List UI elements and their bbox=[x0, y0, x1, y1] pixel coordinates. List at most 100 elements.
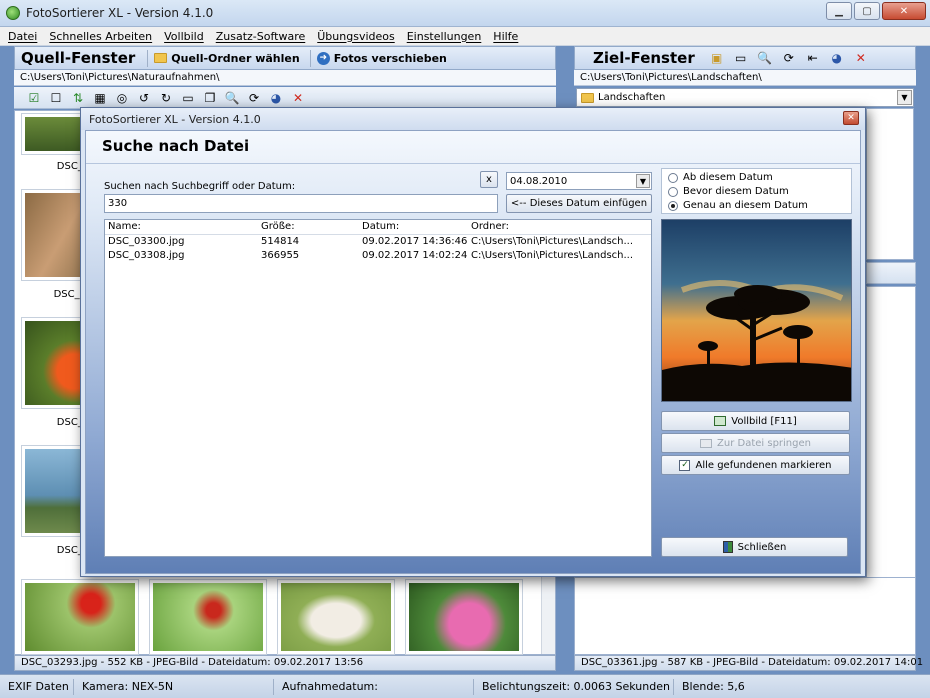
app-logo-icon bbox=[6, 6, 20, 20]
col-folder[interactable]: Ordner: bbox=[471, 221, 509, 232]
table-row[interactable]: DSC_03300.jpg 514814 09.02.2017 14:36:46… bbox=[105, 236, 651, 250]
move-photos-label: Fotos verschieben bbox=[333, 51, 447, 65]
thumbnail[interactable] bbox=[21, 579, 139, 655]
target-panel-title: Ziel-Fenster bbox=[593, 49, 695, 67]
rename-icon[interactable]: ▭ bbox=[178, 89, 198, 107]
target-folder-dropdown[interactable]: Landschaften ▼ bbox=[576, 88, 914, 107]
radio-label: Ab diesem Datum bbox=[683, 172, 773, 183]
check-all-icon[interactable]: ☑ bbox=[24, 89, 44, 107]
cell-date: 09.02.2017 14:36:46 bbox=[362, 236, 468, 247]
minimize-button[interactable]: ▁ bbox=[826, 2, 852, 20]
col-name[interactable]: Name: bbox=[108, 221, 141, 232]
thumbnail-image bbox=[25, 583, 135, 651]
move-photos-button[interactable]: ➜ Fotos verschieben bbox=[309, 49, 453, 67]
fullscreen-button[interactable]: Vollbild [F11] bbox=[661, 411, 850, 431]
radio-exact-date[interactable]: Genau an diesem Datum bbox=[668, 200, 808, 211]
source-toolbar: ☑ ☐ ⇅ ▦ ◎ ↺ ↻ ▭ ❐ 🔍 ⟳ ◕ ✕ bbox=[14, 87, 556, 109]
close-window-button[interactable]: ✕ bbox=[882, 2, 926, 20]
uncheck-all-icon[interactable]: ☐ bbox=[46, 89, 66, 107]
dialog-heading: Suche nach Datei bbox=[102, 137, 250, 155]
new-folder-icon[interactable]: ▣ bbox=[707, 49, 727, 67]
search-dialog: FotoSortierer XL - Version 4.1.0 ✕ Suche… bbox=[80, 107, 866, 577]
close-dialog-button[interactable]: Schließen bbox=[661, 537, 848, 557]
choose-source-folder-label: Quell-Ordner wählen bbox=[171, 51, 300, 65]
jump-to-file-button[interactable]: Zur Datei springen bbox=[661, 433, 850, 453]
sunset-tree-image bbox=[662, 220, 851, 401]
sort-icon[interactable]: ⇅ bbox=[68, 89, 88, 107]
source-panel-title: Quell-Fenster bbox=[21, 49, 136, 67]
rename-icon[interactable]: ▭ bbox=[731, 49, 751, 67]
delete-icon[interactable]: ✕ bbox=[851, 49, 871, 67]
cell-date: 09.02.2017 14:02:24 bbox=[362, 250, 468, 261]
radio-from-date[interactable]: Ab diesem Datum bbox=[668, 172, 773, 183]
app-titlebar: FotoSortierer XL - Version 4.1.0 ▁ ▢ ✕ bbox=[0, 0, 930, 27]
target-lower-area bbox=[574, 577, 916, 655]
col-size[interactable]: Größe: bbox=[261, 221, 295, 232]
copy-icon[interactable]: ❐ bbox=[200, 89, 220, 107]
date-picker[interactable]: 04.08.2010 ▼ bbox=[506, 172, 652, 190]
refresh-icon[interactable]: ⟳ bbox=[244, 89, 264, 107]
target-tree-area bbox=[866, 108, 914, 260]
chart-icon[interactable]: ◕ bbox=[266, 89, 286, 107]
search-input[interactable]: 330 bbox=[104, 194, 498, 213]
photo-preview bbox=[661, 219, 852, 402]
radio-circle[interactable] bbox=[668, 172, 678, 183]
fullscreen-icon bbox=[714, 416, 727, 426]
radio-circle[interactable] bbox=[668, 186, 678, 197]
menu-zusatz-software[interactable]: Zusatz-Software bbox=[216, 30, 306, 43]
cell-size: 366955 bbox=[261, 250, 300, 261]
choose-source-folder-button[interactable]: Quell-Ordner wählen bbox=[147, 49, 305, 67]
mark-all-button[interactable]: ✓ Alle gefundenen markieren bbox=[661, 455, 850, 475]
thumbnail[interactable] bbox=[405, 579, 523, 655]
maximize-button[interactable]: ▢ bbox=[854, 2, 880, 20]
table-row[interactable]: DSC_03308.jpg 366955 09.02.2017 14:02:24… bbox=[105, 250, 651, 264]
menu-schnelles-arbeiten[interactable]: Schnelles Arbeiten bbox=[49, 30, 152, 43]
exit-door-icon bbox=[722, 541, 733, 553]
arrow-right-circle-icon: ➜ bbox=[316, 51, 330, 65]
results-header: Name: Größe: Datum: Ordner: bbox=[105, 220, 651, 235]
radio-circle-selected[interactable] bbox=[668, 200, 678, 211]
exif-date: Aufnahmedatum: bbox=[274, 678, 474, 695]
heading-divider bbox=[86, 163, 860, 164]
menu-hilfe[interactable]: Hilfe bbox=[493, 30, 518, 43]
search-label: Suchen nach Suchbegriff oder Datum: bbox=[104, 181, 296, 192]
dialog-close-button[interactable]: ✕ bbox=[843, 111, 859, 125]
menu-bar: Datei Schnelles Arbeiten Vollbild Zusatz… bbox=[0, 27, 930, 46]
folder-icon bbox=[154, 53, 168, 63]
refresh-icon[interactable]: ⟳ bbox=[779, 49, 799, 67]
menu-vollbild[interactable]: Vollbild bbox=[164, 30, 204, 43]
menu-einstellungen[interactable]: Einstellungen bbox=[407, 30, 482, 43]
folder-icon bbox=[581, 92, 594, 103]
thumbnail[interactable] bbox=[277, 579, 395, 655]
rotate-left-icon[interactable]: ↺ bbox=[134, 89, 154, 107]
search-icon[interactable]: 🔍 bbox=[222, 89, 242, 107]
target-panel-header: Ziel-Fenster ▣ ▭ 🔍 ⟳ ⇤ ◕ ✕ bbox=[574, 46, 916, 70]
search-icon[interactable]: 🔍 bbox=[755, 49, 775, 67]
thumbnail[interactable] bbox=[149, 579, 267, 655]
radio-label: Genau an diesem Datum bbox=[683, 200, 808, 211]
menu-uebungsvideos[interactable]: Übungsvideos bbox=[317, 30, 394, 43]
cell-folder: C:\Users\Toni\Pictures\Landsch... bbox=[471, 250, 634, 261]
grid-view-icon[interactable]: ▦ bbox=[90, 89, 110, 107]
clear-search-button[interactable]: x bbox=[480, 171, 498, 188]
target-status: DSC_03361.jpg - 587 KB - JPEG-Bild - Dat… bbox=[574, 655, 923, 671]
rotate-right-icon[interactable]: ↻ bbox=[156, 89, 176, 107]
source-path: C:\Users\Toni\Pictures\Naturaufnahmen\ bbox=[14, 70, 556, 86]
dropdown-arrow-icon[interactable]: ▼ bbox=[897, 90, 912, 105]
col-date[interactable]: Datum: bbox=[362, 221, 399, 232]
radio-before-date[interactable]: Bevor diesem Datum bbox=[668, 186, 789, 197]
delete-icon[interactable]: ✕ bbox=[288, 89, 308, 107]
folder-icon bbox=[700, 438, 713, 448]
chart-icon[interactable]: ◕ bbox=[827, 49, 847, 67]
exif-label: EXIF Daten bbox=[0, 678, 74, 695]
insert-date-button[interactable]: <-- Dieses Datum einfügen bbox=[506, 194, 652, 213]
radio-label: Bevor diesem Datum bbox=[683, 186, 789, 197]
date-dropdown-arrow-icon[interactable]: ▼ bbox=[636, 174, 650, 188]
rotate-icon[interactable]: ◎ bbox=[112, 89, 132, 107]
source-status: DSC_03293.jpg - 552 KB - JPEG-Bild - Dat… bbox=[14, 655, 556, 671]
move-back-icon[interactable]: ⇤ bbox=[803, 49, 823, 67]
mark-all-label: Alle gefundenen markieren bbox=[695, 459, 832, 471]
checkbox-checked-icon: ✓ bbox=[679, 459, 691, 471]
jump-to-file-label: Zur Datei springen bbox=[717, 437, 811, 449]
menu-datei[interactable]: Datei bbox=[8, 30, 37, 43]
